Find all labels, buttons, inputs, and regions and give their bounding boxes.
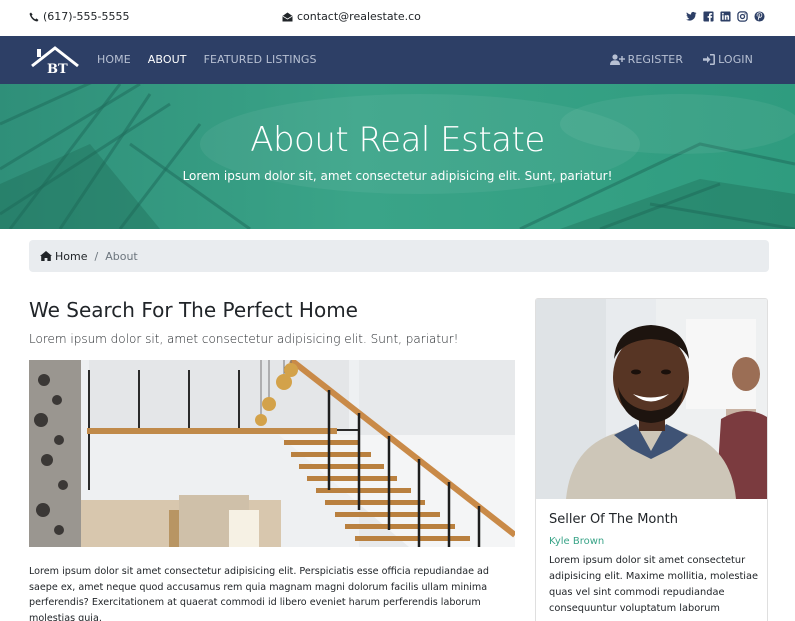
nav-about[interactable]: ABOUT: [148, 53, 187, 66]
breadcrumb-home-link[interactable]: Home: [40, 250, 87, 263]
breadcrumb-separator: /: [94, 249, 99, 263]
seller-name: Kyle Brown: [549, 536, 605, 547]
staircase-image: [29, 360, 515, 547]
account-nav: REGISTER LOGIN: [609, 53, 753, 66]
facebook-icon[interactable]: [703, 11, 714, 22]
logo-text: BT: [47, 62, 68, 74]
linkedin-icon[interactable]: [720, 11, 731, 22]
seller-of-month-card: Seller Of The Month Kyle Brown Lorem ips…: [535, 298, 768, 621]
login-link[interactable]: LOGIN: [703, 53, 753, 66]
phone-number: (617)-555-5555: [43, 10, 130, 23]
main-navbar: BT HOME ABOUT FEATURED LISTINGS REGISTER…: [0, 36, 795, 84]
home-icon: [40, 251, 52, 261]
email-contact[interactable]: contact@realestate.co: [282, 10, 421, 23]
hero-title: About Real Estate: [250, 120, 545, 160]
primary-nav: HOME ABOUT FEATURED LISTINGS: [97, 53, 317, 66]
house-logo-icon: BT: [31, 46, 79, 77]
email-address: contact@realestate.co: [297, 10, 421, 23]
phone-icon: [29, 12, 39, 21]
user-plus-icon: [609, 54, 625, 65]
register-label: REGISTER: [627, 53, 684, 66]
pinterest-icon[interactable]: [754, 11, 765, 22]
site-logo[interactable]: BT: [30, 46, 80, 77]
section-subtitle: Lorem ipsum dolor sit, amet consectetur …: [29, 332, 459, 346]
instagram-icon[interactable]: [737, 11, 748, 22]
envelope-open-icon: [282, 12, 293, 21]
nav-home[interactable]: HOME: [97, 53, 131, 66]
breadcrumb-current: About: [105, 249, 138, 263]
nav-featured-listings[interactable]: FEATURED LISTINGS: [204, 53, 317, 66]
sign-in-icon: [703, 54, 716, 65]
phone-contact[interactable]: (617)-555-5555: [29, 10, 130, 23]
login-label: LOGIN: [718, 53, 753, 66]
section-body-text: Lorem ipsum dolor sit amet consectetur a…: [29, 566, 490, 621]
breadcrumb-home-label: Home: [55, 249, 88, 263]
card-title: Seller Of The Month: [549, 512, 678, 527]
register-link[interactable]: REGISTER: [609, 53, 684, 66]
breadcrumb: Home / About: [29, 240, 769, 272]
seller-description: Lorem ipsum dolor sit amet consectetur a…: [549, 555, 759, 614]
section-title: We Search For The Perfect Home: [29, 298, 358, 322]
twitter-icon[interactable]: [686, 11, 697, 22]
social-links: [686, 11, 765, 22]
seller-photo: [536, 299, 767, 499]
top-bar: (617)-555-5555 contact@realestate.co: [0, 0, 795, 36]
hero-subtitle: Lorem ipsum dolor sit, amet consectetur …: [182, 169, 613, 183]
hero-banner: About Real Estate Lorem ipsum dolor sit,…: [0, 84, 795, 229]
